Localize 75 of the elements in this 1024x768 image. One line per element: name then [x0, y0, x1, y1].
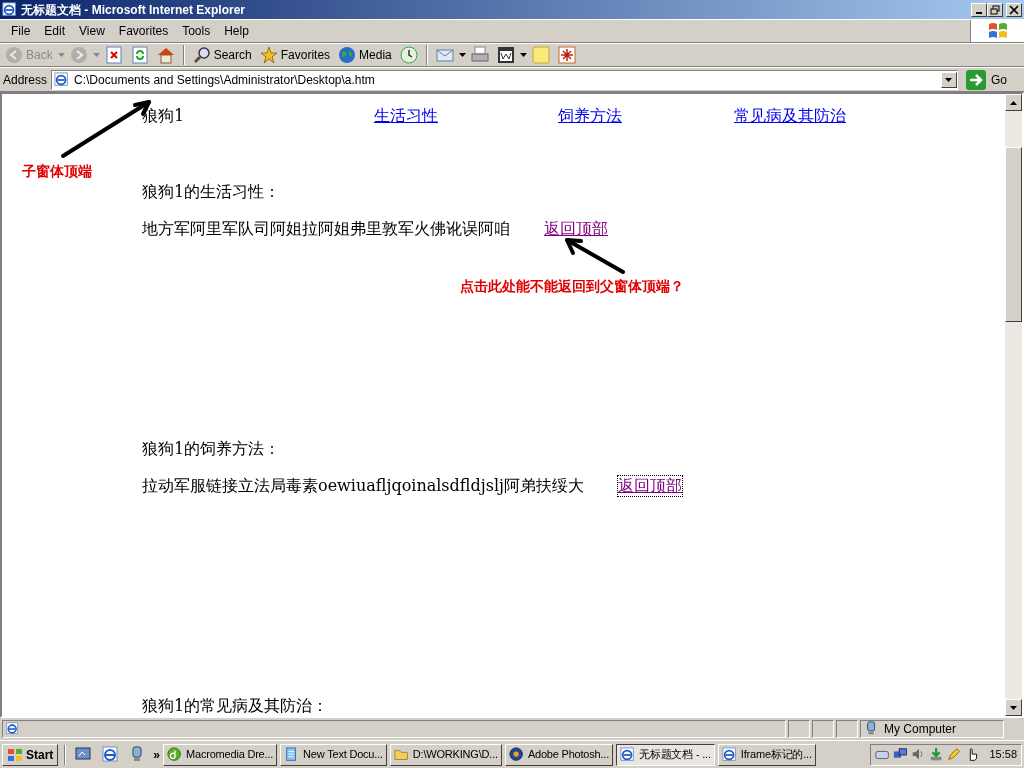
nav-link[interactable]: 饲养方法: [558, 106, 622, 125]
restore-button[interactable]: [987, 2, 1003, 17]
eye-disc-icon: [508, 746, 525, 763]
section-heading: 狼狗1的饲养方法：: [142, 439, 282, 459]
taskbar-button[interactable]: New Text Docu...: [280, 743, 387, 766]
app-disc-icon: [167, 746, 184, 763]
caret-icon[interactable]: [519, 53, 527, 57]
menu-item[interactable]: Tools: [175, 21, 218, 41]
section-text: 地方军阿里军队司阿姐拉阿姐弗里敦军火佛讹误阿咱: [142, 219, 510, 239]
star-icon: [259, 46, 278, 64]
address-label: Address: [3, 71, 48, 89]
start-button[interactable]: Start: [2, 743, 59, 766]
scroll-down-button[interactable]: [1005, 699, 1022, 716]
taskbar-button[interactable]: Macromedia Dre...: [163, 743, 278, 766]
sticky-note-icon: [531, 46, 550, 64]
browser-e-icon[interactable]: [102, 745, 121, 764]
menu-item[interactable]: File: [4, 21, 38, 41]
starburst-icon: [557, 46, 576, 64]
browser-e-icon: [6, 722, 20, 736]
stop-icon: [104, 46, 123, 64]
status-pane: [788, 720, 810, 738]
favorites-button[interactable]: Favorites: [256, 45, 334, 65]
status-pane: [836, 720, 858, 738]
browser-e-icon: [721, 746, 738, 763]
nav-link[interactable]: 生活习性: [374, 106, 438, 125]
browser-e-icon: [54, 71, 71, 88]
back-to-top-link[interactable]: 返回顶部: [544, 219, 608, 239]
section-heading: 狼狗1的常见病及其防治：: [142, 696, 330, 716]
caret-icon[interactable]: [458, 53, 466, 57]
dropdown-button[interactable]: [941, 71, 957, 88]
taskbar-button[interactable]: D:\WORKING\D...: [389, 743, 502, 766]
go-button[interactable]: Go: [962, 69, 1021, 90]
section-text: 拉动军服链接立法局毒素oewiuafljqoinalsdfldjslj阿弟扶绥大: [142, 476, 584, 496]
menu-item[interactable]: Favorites: [111, 21, 176, 41]
search-button[interactable]: Search: [189, 45, 255, 65]
annotation-text: 子窗体顶端: [22, 162, 92, 181]
clock-icon: [399, 46, 418, 64]
globe-icon: [338, 46, 357, 64]
menu-item[interactable]: Edit: [37, 21, 73, 41]
word-document-icon: [496, 46, 515, 64]
home-icon: [156, 46, 175, 64]
status-pane: [812, 720, 834, 738]
menu-item[interactable]: Help: [217, 21, 256, 41]
zone-label: My Computer: [884, 721, 957, 738]
taskbar-button[interactable]: Iframe标记的...: [717, 743, 816, 766]
address-field[interactable]: C:\Documents and Settings\Administrator\Desktop\a.htm: [51, 69, 958, 90]
minimize-icon: [976, 11, 982, 14]
close-icon: [1008, 4, 1020, 15]
chevron[interactable]: »: [153, 745, 161, 764]
menu-item[interactable]: View: [72, 21, 112, 41]
windows-flag-icon: [986, 21, 1009, 41]
taskbar-button[interactable]: 无标题文档 - ...: [616, 743, 715, 766]
restore-icon: [989, 4, 1001, 15]
down-caret-icon: [1010, 705, 1017, 710]
caret-icon: [945, 77, 953, 82]
browser-e-icon: [2, 1, 18, 18]
media-button[interactable]: Media: [335, 45, 395, 65]
section-heading: 狼狗1的生活习性：: [142, 182, 282, 202]
scroll-up-button[interactable]: [1005, 94, 1022, 111]
window-title: 无标题文档 - Microsoft Internet Explorer: [21, 1, 246, 19]
scroll-thumb[interactable]: [1005, 147, 1022, 322]
search-icon: [192, 46, 211, 64]
refresh-icon: [130, 46, 149, 64]
windows-flag-icon: [7, 746, 23, 763]
close-button[interactable]: [1006, 2, 1022, 17]
up-caret-icon: [1010, 100, 1017, 105]
minimize-button[interactable]: [971, 2, 987, 17]
back-to-top-link[interactable]: 返回顶部: [617, 476, 682, 496]
clock: 15:58: [989, 747, 1017, 763]
nav-link[interactable]: 常见病及其防治: [734, 106, 846, 125]
taskbar-button[interactable]: Adobe Photosh...: [504, 743, 614, 766]
annotation-text: 点击此处能不能返回到父窗体顶端？: [460, 277, 684, 296]
envelope-icon: [435, 46, 454, 64]
browser-e-icon: [620, 746, 637, 763]
printer-icon: [470, 46, 489, 64]
